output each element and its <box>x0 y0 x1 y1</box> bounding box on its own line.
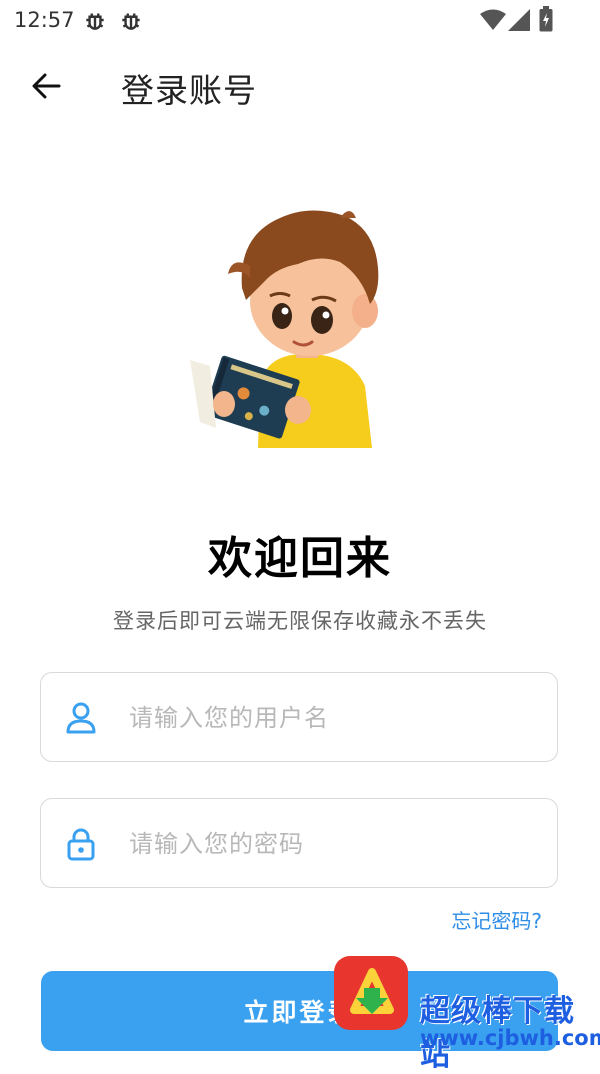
page-title: 登录账号 <box>121 71 257 110</box>
watermark: 超级棒下载站 www.cjbwh.com <box>332 952 600 1073</box>
bug-icon <box>86 13 104 30</box>
welcome-title: 欢迎回来 <box>208 533 392 584</box>
password-field[interactable] <box>40 798 558 889</box>
wifi-icon <box>480 9 506 30</box>
username-input[interactable] <box>127 673 531 763</box>
status-bar: 12:57 <box>0 0 600 42</box>
arrow-left-icon <box>32 73 61 99</box>
bug-icon <box>122 13 140 30</box>
signal-icon <box>508 9 530 31</box>
password-input[interactable] <box>127 799 531 889</box>
boy-reading-illustration <box>190 210 379 448</box>
forgot-password-link[interactable]: 忘记密码? <box>451 905 542 934</box>
status-time: 12:57 <box>14 8 75 32</box>
app-bar: 登录账号 <box>0 42 600 132</box>
lock-icon <box>67 828 95 861</box>
watermark-url: www.cjbwh.com <box>420 1026 600 1050</box>
username-field[interactable] <box>40 672 558 763</box>
back-button[interactable] <box>24 64 68 108</box>
download-site-logo-icon <box>334 956 408 1030</box>
battery-icon <box>539 6 553 32</box>
user-icon <box>66 702 96 734</box>
welcome-subtitle: 登录后即可云端无限保存收藏永不丢失 <box>113 609 487 633</box>
